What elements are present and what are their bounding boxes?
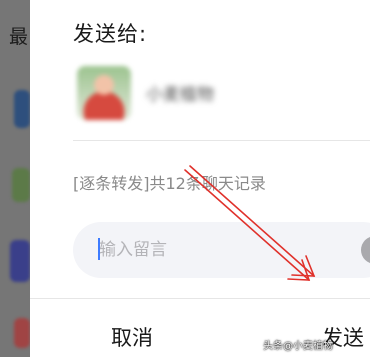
background-title: 最 xyxy=(9,26,29,48)
divider xyxy=(30,298,370,299)
forward-summary: [逐条转发]共12条聊天记录 xyxy=(73,174,266,193)
recipient-name: 小麦植物 xyxy=(146,85,214,105)
screen: 最 发送给: 小麦植物 [逐条转发]共12条聊天记录 取消 发送 头条@小麦植物 xyxy=(0,0,370,357)
background-chat-list: 最 xyxy=(0,0,34,357)
watermark: 头条@小麦植物 xyxy=(263,341,333,352)
background-avatar xyxy=(14,90,30,128)
send-to-dialog: 发送给: 小麦植物 [逐条转发]共12条聊天记录 取消 发送 xyxy=(30,0,370,357)
text-caret xyxy=(98,238,100,260)
recipient-avatar xyxy=(77,66,131,120)
dialog-title: 发送给: xyxy=(73,22,148,46)
cancel-button[interactable]: 取消 xyxy=(111,322,153,352)
background-avatar xyxy=(14,318,30,348)
background-avatar xyxy=(10,240,30,282)
divider xyxy=(73,140,370,141)
message-input[interactable] xyxy=(73,222,370,278)
background-avatar xyxy=(12,168,30,202)
